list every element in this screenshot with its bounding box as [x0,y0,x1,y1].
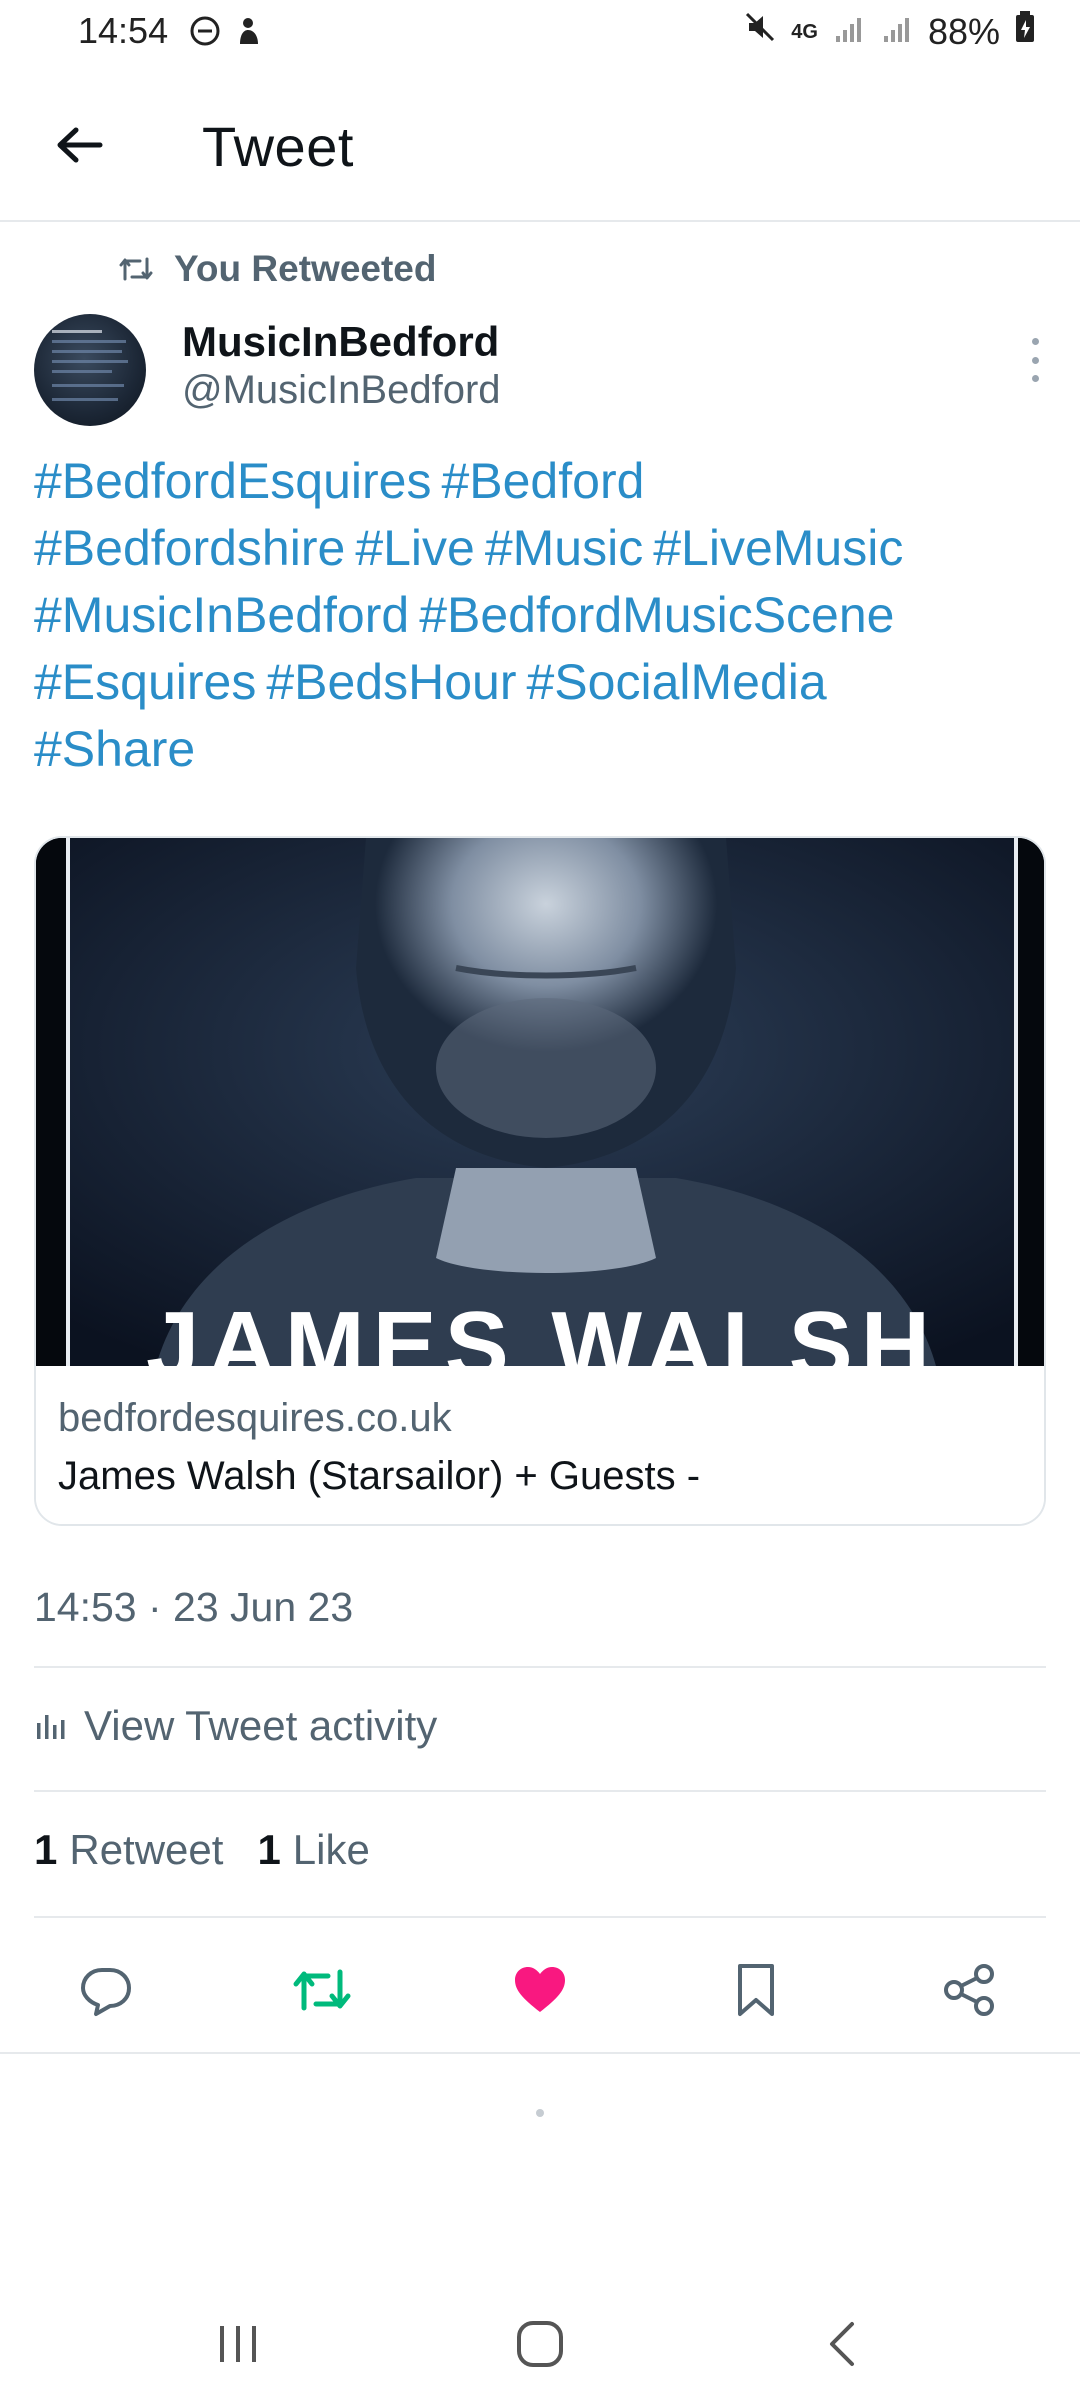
view-activity-link[interactable]: View Tweet activity [34,1702,437,1750]
more-options-button[interactable] [1020,338,1050,382]
card-domain: bedfordesquires.co.uk [58,1396,452,1440]
retweet-icon [119,257,153,281]
home-icon [517,2321,563,2367]
chevron-left-icon [830,2322,854,2366]
share-button[interactable] [940,1960,1000,2020]
hashtag-link[interactable]: #Bedford [441,453,644,509]
reply-icon [81,1968,131,2016]
avatar-detail [52,360,128,363]
card-title: James Walsh (Starsailor) + Guests - [58,1454,701,1498]
more-vertical-icon [1031,375,1039,382]
portrait-image: JAMES WALSH [36,838,1044,1366]
battery-icon [1014,10,1036,53]
retweet-banner[interactable]: You Retweeted [118,248,436,290]
back-nav-button[interactable] [802,2308,882,2380]
mute-icon [743,10,777,53]
heart-icon [515,1967,565,2012]
hashtag-link[interactable]: #SocialMedia [527,654,827,710]
divider [34,1666,1046,1668]
tweet-line: #Bedfordshire #Live #Music #LiveMusic [34,515,1044,582]
hashtag-link[interactable]: #MusicInBedford [34,587,409,643]
page-indicator-dot [536,2109,544,2117]
tweet-line: #BedfordEsquires #Bedford [34,448,1044,515]
avatar-detail [52,398,118,401]
action-bar [0,1918,1080,2054]
engagement-stats: 1 Retweet 1 Like [34,1826,370,1874]
tweet-line: #MusicInBedford #BedfordMusicScene [34,582,1044,649]
home-button[interactable] [500,2308,580,2380]
retweets-stat[interactable]: 1 Retweet [34,1826,223,1874]
share-icon [944,1964,994,2016]
retweet-banner-label: You Retweeted [174,248,437,289]
signal-icon-2 [880,11,914,53]
card-image: JAMES WALSH [36,838,1044,1366]
reply-button[interactable] [76,1960,136,2020]
image-caption-text: JAMES WALSH [146,1292,938,1366]
more-vertical-icon [1031,356,1039,364]
network-type: 4G [791,20,818,43]
dnd-icon [188,14,222,53]
recent-apps-icon [220,2326,256,2362]
status-right: 4G 88% [743,10,1036,53]
author-handle[interactable]: @MusicInBedford [182,368,501,413]
retweets-label: Retweet [69,1826,224,1873]
hashtag-link[interactable]: #Music [485,520,643,576]
divider [34,1790,1046,1792]
arrow-left-icon [57,127,103,163]
retweet-button[interactable] [292,1960,352,2020]
hashtag-link[interactable]: #BedfordMusicScene [419,587,894,643]
bookmark-button[interactable] [726,1960,786,2020]
likes-label: Like [292,1826,370,1873]
avatar[interactable] [34,314,146,426]
tweet-timestamp[interactable]: 14:53 · 23 Jun 23 [34,1584,353,1631]
header: Tweet [0,66,1080,222]
author-name[interactable]: MusicInBedford [182,318,499,366]
back-button[interactable] [46,112,112,178]
bookmark-icon [738,1964,774,2016]
retweet-icon [293,1969,351,2011]
hashtag-link[interactable]: #Live [355,520,475,576]
battery-level: 88% [927,10,1000,52]
avatar-detail [52,350,122,353]
status-time: 14:54 [78,10,169,51]
hashtag-link[interactable]: #Esquires [34,654,256,710]
hashtag-link[interactable]: #Bedfordshire [34,520,345,576]
avatar-detail [52,370,112,373]
hashtag-link[interactable]: #LiveMusic [653,520,903,576]
avatar-detail [52,340,126,343]
system-nav-bar [0,2280,1080,2408]
more-vertical-icon [1031,338,1039,345]
view-activity-label: View Tweet activity [84,1702,438,1749]
avatar-detail [52,330,102,333]
signal-icon [832,11,866,53]
like-button[interactable] [510,1960,570,2020]
hashtag-link[interactable]: #BedfordEsquires [34,453,431,509]
avatar-detail [52,384,124,387]
status-bar: 14:54 4G 88% [0,0,1080,66]
tweet-detail-screen: 14:54 4G 88% Tweet You Retweeted MusicIn… [0,0,1080,2408]
bar-chart-icon [37,1715,65,1739]
hashtag-link[interactable]: #BedsHour [266,654,516,710]
retweets-count: 1 [34,1826,58,1873]
recent-apps-button[interactable] [198,2308,278,2380]
likes-stat[interactable]: 1 Like [257,1826,369,1874]
card-body: bedfordesquires.co.uk James Walsh (Stars… [36,1366,1044,1524]
page-title: Tweet [202,115,354,178]
likes-count: 1 [257,1826,281,1873]
notification-app-icon [232,14,266,53]
tweet-text: #BedfordEsquires #Bedford #Bedfordshire #L… [34,448,1044,783]
tweet-line: #Esquires #BedsHour #SocialMedia [34,649,1044,716]
link-preview-card[interactable]: JAMES WALSH bedfordesquires.co.uk James … [34,836,1046,1526]
tweet-line: #Share [34,716,1044,783]
hashtag-link[interactable]: #Share [34,721,195,777]
